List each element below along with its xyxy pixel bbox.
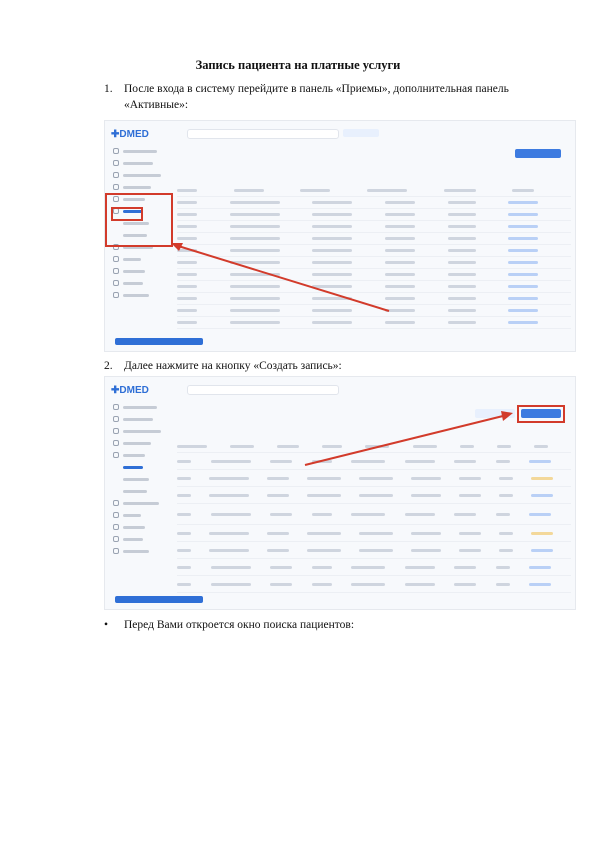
step-number: 2. bbox=[104, 360, 113, 372]
step-number: 1. bbox=[104, 83, 113, 95]
bullet-text: Перед Вами откроется окно поиска пациент… bbox=[124, 619, 355, 631]
bullet-symbol: • bbox=[104, 619, 109, 631]
step-2: 2. Далее нажмите на кнопку «Создать запи… bbox=[104, 358, 544, 374]
sidebar-bottom-button bbox=[115, 338, 203, 345]
bullet-item: • Перед Вами откроется окно поиска пацие… bbox=[104, 617, 354, 633]
arrow-to-create-button bbox=[304, 411, 513, 466]
step-1: 1. После входа в систему перейдите в пан… bbox=[104, 81, 544, 113]
arrow-to-sidebar bbox=[171, 243, 390, 312]
sidebar-bottom-button bbox=[115, 596, 203, 603]
step-text: Далее нажмите на кнопку «Создать запись»… bbox=[124, 360, 342, 372]
step-text: После входа в систему перейдите в панель… bbox=[124, 83, 509, 111]
document-title: Запись пациента на платные услуги bbox=[195, 58, 401, 72]
screenshot-create-record: ✚DMED bbox=[104, 376, 576, 610]
screenshot-active-panel: ✚DMED bbox=[104, 120, 576, 352]
